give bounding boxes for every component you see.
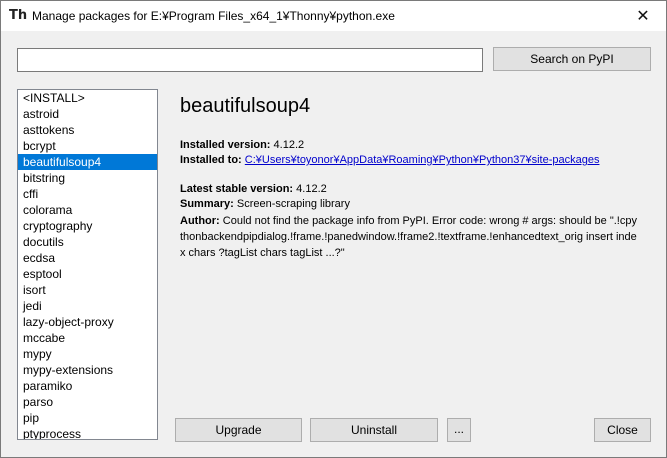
package-list-item[interactable]: ptyprocess [18, 426, 157, 439]
manage-packages-window: Th Manage packages for E:¥Program Files_… [0, 0, 667, 458]
author-value: Could not find the package info from PyP… [180, 215, 637, 259]
title-bar: Th Manage packages for E:¥Program Files_… [1, 1, 666, 31]
package-list-item[interactable]: esptool [18, 266, 157, 282]
package-list-item[interactable]: mypy-extensions [18, 362, 157, 378]
installed-version-value: 4.12.2 [273, 139, 305, 151]
installed-version-row: Installed version: 4.12.2 [180, 139, 304, 151]
package-list-item[interactable]: isort [18, 282, 157, 298]
installed-to-label: Installed to: [180, 154, 242, 166]
package-list-item[interactable]: asttokens [18, 122, 157, 138]
window-title: Manage packages for E:¥Program Files_x64… [32, 9, 395, 23]
package-title: beautifulsoup4 [180, 95, 311, 117]
package-list-item[interactable]: cffi [18, 186, 157, 202]
package-list-item[interactable]: mypy [18, 346, 157, 362]
search-pypi-button[interactable]: Search on PyPI [493, 47, 651, 71]
latest-version-row: Latest stable version: 4.12.2 [180, 183, 327, 195]
summary-value: Screen-scraping library [236, 198, 350, 210]
more-options-button[interactable]: ... [447, 418, 471, 442]
package-list-item[interactable]: colorama [18, 202, 157, 218]
package-list-item[interactable]: <INSTALL> [18, 90, 157, 106]
package-list-item[interactable]: beautifulsoup4 [18, 154, 157, 170]
summary-row: Summary: Screen-scraping library [180, 198, 350, 210]
thonny-app-icon: Th [9, 8, 28, 23]
package-list-item[interactable]: bitstring [18, 170, 157, 186]
package-list-item[interactable]: pip [18, 410, 157, 426]
latest-version-value: 4.12.2 [296, 183, 327, 195]
author-row: Author: Could not find the package info … [180, 213, 640, 261]
package-list-item[interactable]: cryptography [18, 218, 157, 234]
package-list-item[interactable]: jedi [18, 298, 157, 314]
author-label: Author: [180, 215, 220, 227]
summary-label: Summary: [180, 198, 234, 210]
uninstall-button[interactable]: Uninstall [310, 418, 438, 442]
package-list-item[interactable]: bcrypt [18, 138, 157, 154]
close-window-icon[interactable]: ✕ [620, 1, 666, 31]
package-list-item[interactable]: docutils [18, 234, 157, 250]
latest-version-label: Latest stable version: [180, 183, 294, 195]
upgrade-button[interactable]: Upgrade [175, 418, 302, 442]
package-list-item[interactable]: ecdsa [18, 250, 157, 266]
installed-to-row: Installed to: C:¥Users¥toyonor¥AppData¥R… [180, 154, 599, 166]
package-list-item[interactable]: astroid [18, 106, 157, 122]
search-input[interactable] [17, 48, 483, 72]
close-button[interactable]: Close [594, 418, 651, 442]
installed-version-label: Installed version: [180, 139, 271, 151]
package-list-item[interactable]: lazy-object-proxy [18, 314, 157, 330]
package-list-item[interactable]: mccabe [18, 330, 157, 346]
package-list-item[interactable]: paramiko [18, 378, 157, 394]
package-list[interactable]: <INSTALL> astroid asttokens bcrypt beautiful… [17, 89, 158, 440]
package-list-item[interactable]: parso [18, 394, 157, 410]
installed-to-link[interactable]: C:¥Users¥toyonor¥AppData¥Roaming¥Python¥… [245, 154, 600, 166]
